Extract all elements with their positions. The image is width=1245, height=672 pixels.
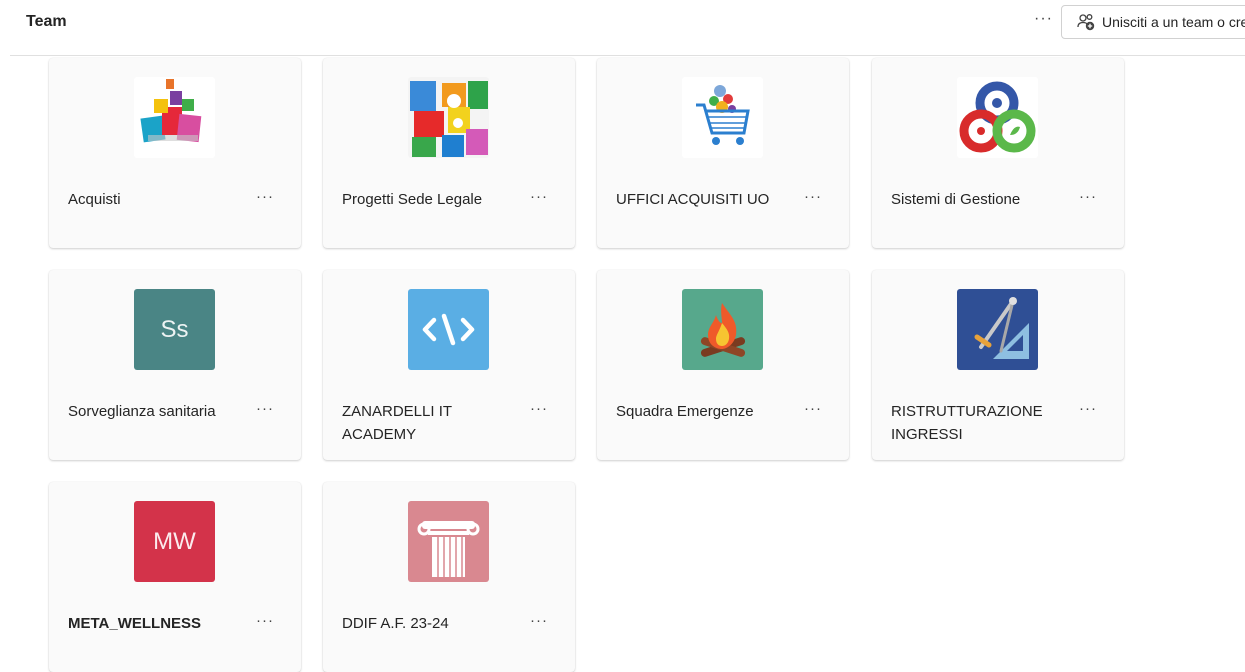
team-avatar xyxy=(682,77,763,158)
team-more-options-button[interactable]: ··· xyxy=(256,188,274,205)
team-avatar xyxy=(134,77,215,158)
shopping-cart-icon xyxy=(696,85,750,145)
team-more-options-button[interactable]: ··· xyxy=(530,612,548,629)
team-card-ristrutturazione-ingressi[interactable]: RISTRUTTURAZIONE INGRESSI ··· xyxy=(872,270,1124,460)
team-avatar xyxy=(408,77,489,158)
team-name: Sorveglianza sanitaria xyxy=(68,403,216,420)
shopping-bags-icon xyxy=(140,79,202,143)
team-card-acquisti[interactable]: Acquisti ··· xyxy=(49,58,301,248)
team-card-ddif-af-23-24[interactable]: DDIF A.F. 23-24 ··· xyxy=(323,482,575,672)
team-name: Sistemi di Gestione xyxy=(891,191,1021,208)
team-card-uffici-acquisiti-uo[interactable]: UFFICI ACQUISITI UO ··· xyxy=(597,58,849,248)
team-avatar-initials: MW xyxy=(134,501,215,582)
team-avatar xyxy=(408,289,489,370)
team-more-options-button[interactable]: ··· xyxy=(804,400,822,417)
team-more-options-button[interactable]: ··· xyxy=(530,188,548,205)
people-add-icon xyxy=(1077,14,1095,31)
team-name: ZANARDELLI IT ACADEMY xyxy=(342,403,452,443)
team-name: DDIF A.F. 23-24 xyxy=(342,615,449,632)
team-more-options-button[interactable]: ··· xyxy=(1079,188,1097,205)
team-card-progetti-sede-legale[interactable]: Progetti Sede Legale ··· xyxy=(323,58,575,248)
team-name: META_WELLNESS xyxy=(68,615,202,632)
join-or-create-team-button[interactable]: Unisciti a un team o creane uno xyxy=(1061,5,1245,39)
team-card-squadra-emergenze[interactable]: Squadra Emergenze ··· xyxy=(597,270,849,460)
team-card-sistemi-di-gestione[interactable]: Sistemi di Gestione ··· xyxy=(872,58,1124,248)
team-card-sorveglianza-sanitaria[interactable]: Ss Sorveglianza sanitaria ··· xyxy=(49,270,301,460)
campfire-icon xyxy=(700,303,746,357)
column-icon xyxy=(417,521,480,577)
team-more-options-button[interactable]: ··· xyxy=(256,400,274,417)
team-name: Progetti Sede Legale xyxy=(342,191,483,208)
team-name: UFFICI ACQUISITI UO xyxy=(616,191,770,208)
team-card-meta-wellness[interactable]: MW META_WELLNESS ··· xyxy=(49,482,301,672)
team-card-zanardelli-it-academy[interactable]: ZANARDELLI IT ACADEMY ··· xyxy=(323,270,575,460)
team-avatar-initials: Ss xyxy=(134,289,215,370)
drafting-tools-icon xyxy=(974,297,1029,359)
team-more-options-button[interactable]: ··· xyxy=(804,188,822,205)
more-options-button[interactable]: ··· xyxy=(1034,10,1053,28)
team-name: Acquisti xyxy=(68,191,121,208)
team-avatar xyxy=(957,289,1038,370)
team-avatar xyxy=(682,289,763,370)
team-avatar xyxy=(957,77,1038,158)
team-name: RISTRUTTURAZIONE INGRESSI xyxy=(891,403,1043,443)
management-rings-icon xyxy=(959,81,1036,153)
join-or-create-team-label: Unisciti a un team o creane uno xyxy=(1102,14,1245,30)
header-divider xyxy=(10,55,1245,56)
team-more-options-button[interactable]: ··· xyxy=(256,612,274,629)
team-name: Squadra Emergenze xyxy=(616,403,754,420)
team-more-options-button[interactable]: ··· xyxy=(1079,400,1097,417)
team-more-options-button[interactable]: ··· xyxy=(530,400,548,417)
team-avatar xyxy=(408,501,489,582)
puzzle-pieces-icon xyxy=(408,77,489,158)
header-bar: Team ··· Unisciti a un team o creane uno xyxy=(0,0,1245,56)
page-title: Team xyxy=(26,13,67,30)
code-icon xyxy=(422,313,475,346)
